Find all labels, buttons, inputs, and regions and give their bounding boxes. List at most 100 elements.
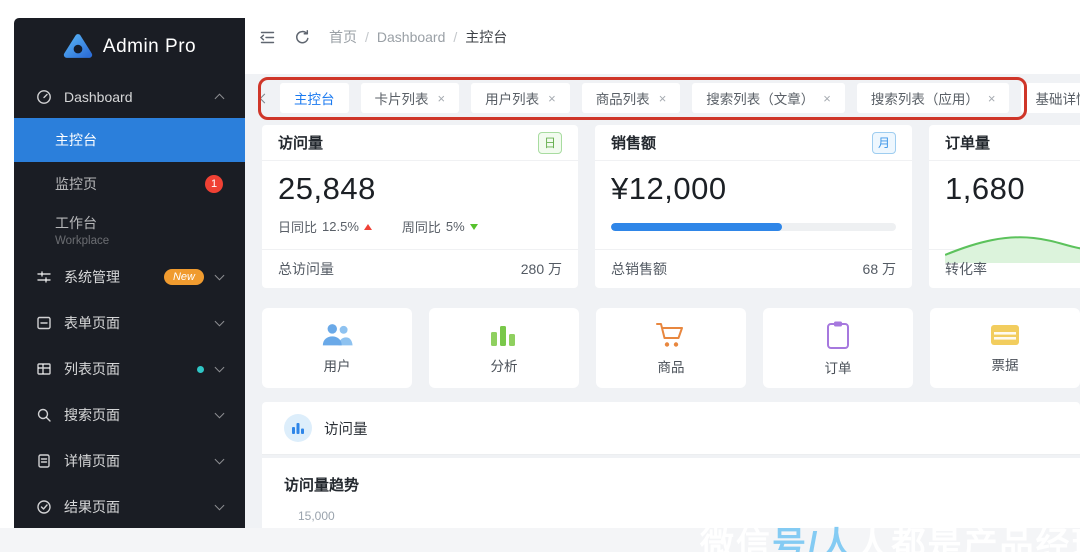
- footer-value: 280 万: [520, 260, 562, 277]
- reload-icon[interactable]: [294, 29, 311, 46]
- sidebar-item-console[interactable]: 主控台: [14, 118, 245, 162]
- chevron-down-icon: [214, 362, 225, 373]
- chevron-down-icon: [214, 500, 225, 511]
- overview-section-tab[interactable]: 访问量: [262, 402, 1080, 455]
- sidebar-item-forms[interactable]: 表单页面: [14, 300, 245, 346]
- ticket-icon: [991, 324, 1019, 345]
- breadcrumb: 首页 / Dashboard / 主控台: [329, 27, 507, 47]
- check-circle-icon: [37, 500, 51, 514]
- watermark-highlight: 号/人: [772, 526, 856, 552]
- form-icon: [37, 316, 51, 330]
- sidebar-item-search-pages[interactable]: 搜索页面: [14, 392, 245, 438]
- document-icon: [38, 454, 50, 468]
- section-tab-label: 访问量: [324, 421, 368, 438]
- sidebar-item-detail-pages[interactable]: 详情页面: [14, 438, 245, 484]
- sidebar-item-result-pages[interactable]: 结果页面: [14, 484, 245, 530]
- sidebar: Admin Pro Dashboard 主控台 监控页 1 工作台 Workpl…: [14, 18, 245, 530]
- sidebar-item-label: 表单页面: [64, 315, 120, 331]
- caret-down-icon: [469, 223, 478, 230]
- dashboard-submenu: 主控台 监控页 1 工作台 Workplace: [14, 118, 245, 254]
- sidebar-item-monitor[interactable]: 监控页 1: [14, 162, 245, 206]
- shortcut-label: 票据: [991, 357, 1019, 373]
- tab-bar: 主控台 卡片列表 × 用户列表 × 商品列表 × 搜索列表（文章） × 搜索列表…: [245, 74, 1080, 122]
- shortcut-label: 商品: [657, 359, 685, 375]
- shortcut-tickets[interactable]: 票据: [930, 308, 1080, 388]
- shortcut-label: 分析: [490, 358, 518, 374]
- sidebar-item-label: 工作台: [55, 215, 97, 231]
- tab-label: 主控台: [294, 92, 335, 107]
- breadcrumb-home[interactable]: 首页: [329, 27, 357, 47]
- sliders-icon: [37, 271, 51, 283]
- orders-sparkline-chart: [945, 236, 1080, 263]
- sidebar-item-label: 列表页面: [64, 361, 120, 377]
- trend-title: 访问量趋势: [284, 477, 360, 494]
- sales-card: 销售额 月 ¥12,000 总销售额 68 万: [595, 125, 912, 288]
- card-title: 访问量: [278, 135, 324, 152]
- new-badge: New: [163, 269, 204, 285]
- tab-search-apps[interactable]: 搜索列表（应用） ×: [856, 83, 1010, 113]
- footer-label: 总访问量: [278, 260, 334, 277]
- sidebar-item-workplace[interactable]: 工作台 Workplace: [14, 206, 245, 254]
- stat-cards-row: 访问量 日 25,848 日同比 12.5% 周同比 5% 总访问量 280 万…: [262, 125, 1080, 288]
- tab-product-list[interactable]: 商品列表 ×: [581, 83, 681, 113]
- shortcut-users[interactable]: 用户: [262, 308, 412, 388]
- sidebar-item-label: 详情页面: [64, 453, 120, 469]
- bar-chart-icon: [491, 325, 515, 346]
- card-title: 订单量: [945, 135, 991, 152]
- caret-up-icon: [363, 223, 372, 230]
- tab-label: 卡片列表: [374, 92, 429, 107]
- footer-label: 转化率: [945, 260, 987, 277]
- logo-icon: [63, 34, 93, 58]
- dashboard-icon: [37, 90, 51, 104]
- period-badge-day[interactable]: 日: [538, 131, 562, 154]
- shortcut-products[interactable]: 商品: [596, 308, 746, 388]
- breadcrumb-separator: /: [453, 29, 458, 45]
- tab-label: 基础详情页: [1035, 92, 1080, 107]
- chevron-down-icon: [214, 454, 225, 465]
- tab-console[interactable]: 主控台: [280, 83, 349, 113]
- chevron-down-icon: [214, 270, 225, 281]
- footer-value: 68 万: [862, 260, 896, 277]
- sidebar-item-lists[interactable]: 列表页面: [14, 346, 245, 392]
- period-badge-month[interactable]: 月: [872, 131, 896, 154]
- sidebar-item-label: 系统管理: [64, 269, 120, 285]
- footer-label: 总销售额: [611, 260, 667, 277]
- sidebar-item-label: Dashboard: [64, 89, 133, 105]
- day-over-day-metric: 日同比 12.5%: [278, 217, 372, 236]
- sidebar-item-system[interactable]: 系统管理 New: [14, 254, 245, 300]
- card-title: 销售额: [611, 135, 657, 152]
- close-icon[interactable]: ×: [438, 91, 446, 106]
- topbar: 首页 / Dashboard / 主控台: [245, 0, 1080, 74]
- sidebar-item-label: 结果页面: [64, 499, 120, 515]
- tab-basic-detail[interactable]: 基础详情页 ×: [1021, 83, 1080, 113]
- week-over-week-metric: 周同比 5%: [402, 217, 478, 236]
- tabs-scroll-left-button[interactable]: [259, 93, 270, 103]
- visits-card: 访问量 日 25,848 日同比 12.5% 周同比 5% 总访问量 280 万: [262, 125, 578, 288]
- admin-pro-dashboard: Admin Pro Dashboard 主控台 监控页 1 工作台 Workpl…: [0, 0, 1080, 552]
- sales-progress-fill: [611, 223, 782, 231]
- close-icon[interactable]: ×: [659, 91, 667, 106]
- orders-card: 订单量 1,680 转化率: [929, 125, 1080, 288]
- tab-card-list[interactable]: 卡片列表 ×: [360, 83, 460, 113]
- menu-fold-icon[interactable]: [259, 29, 276, 46]
- tab-label: 用户列表: [485, 92, 540, 107]
- shortcut-orders[interactable]: 订单: [763, 308, 913, 388]
- tab-label: 搜索列表（文章）: [706, 92, 815, 107]
- close-icon[interactable]: ×: [548, 91, 556, 106]
- clipboard-icon: [827, 321, 849, 349]
- shortcut-analysis[interactable]: 分析: [429, 308, 579, 388]
- close-icon[interactable]: ×: [988, 91, 996, 106]
- close-icon[interactable]: ×: [823, 91, 831, 106]
- logo[interactable]: Admin Pro: [14, 18, 245, 76]
- tab-user-list[interactable]: 用户列表 ×: [471, 83, 570, 113]
- sidebar-item-label: 搜索页面: [64, 407, 120, 423]
- chevron-down-icon: [214, 316, 225, 327]
- sidebar-item-dashboard[interactable]: Dashboard: [14, 76, 245, 118]
- tab-search-articles[interactable]: 搜索列表（文章） ×: [692, 83, 845, 113]
- watermark-text: 微信号/人人都是产品经理: [700, 517, 1080, 552]
- sidebar-item-label: 监控页: [55, 176, 97, 192]
- breadcrumb-current: 主控台: [465, 29, 508, 45]
- chevron-up-icon: [214, 93, 225, 104]
- breadcrumb-dashboard[interactable]: Dashboard: [377, 29, 446, 45]
- shortcut-cards-row: 用户 分析 商品 订单 票据: [262, 308, 1080, 388]
